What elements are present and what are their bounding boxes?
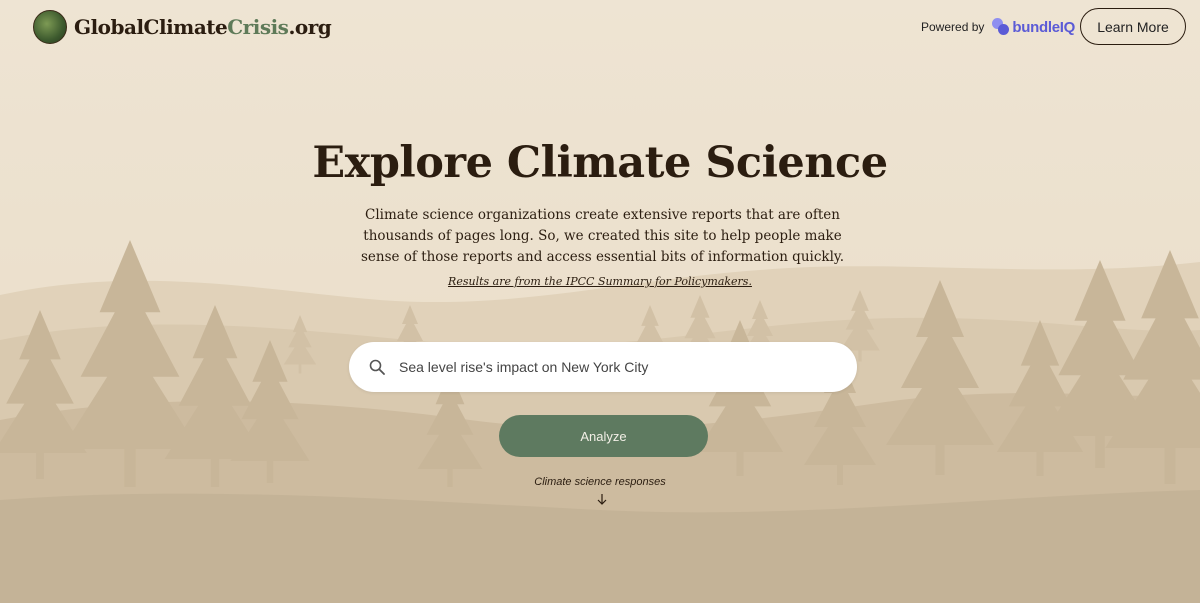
search-icon	[369, 359, 385, 375]
source-note-link[interactable]: Results are from the IPCC Summary for Po…	[0, 275, 1200, 288]
partner-name: bundleIQ	[1012, 18, 1075, 36]
site-name-prefix: GlobalClimate	[74, 15, 228, 39]
page-description: Climate science organizations create ext…	[360, 207, 845, 265]
search-bar[interactable]	[349, 342, 857, 392]
powered-by: Powered by bundleIQ	[921, 18, 1075, 36]
site-name-accent: Crisis	[227, 15, 289, 39]
responses-label: Climate science responses	[534, 476, 666, 488]
bundleiq-logo[interactable]: bundleIQ	[992, 18, 1075, 36]
learn-more-button[interactable]: Learn More	[1080, 8, 1186, 45]
powered-by-label: Powered by	[921, 20, 985, 34]
page-title: Explore Climate Science	[312, 138, 888, 188]
search-input[interactable]	[397, 358, 821, 376]
analyze-button[interactable]: Analyze	[499, 415, 708, 457]
site-header: GlobalClimateCrisis.org Powered by bundl…	[0, 0, 1200, 56]
site-name: GlobalClimateCrisis.org	[74, 15, 332, 39]
bundleiq-icon	[992, 18, 1010, 36]
forest-background	[0, 0, 1200, 603]
globe-icon	[33, 10, 67, 44]
arrow-down-icon[interactable]	[595, 492, 609, 506]
site-name-suffix: .org	[288, 15, 332, 39]
site-logo[interactable]: GlobalClimateCrisis.org	[33, 10, 332, 44]
